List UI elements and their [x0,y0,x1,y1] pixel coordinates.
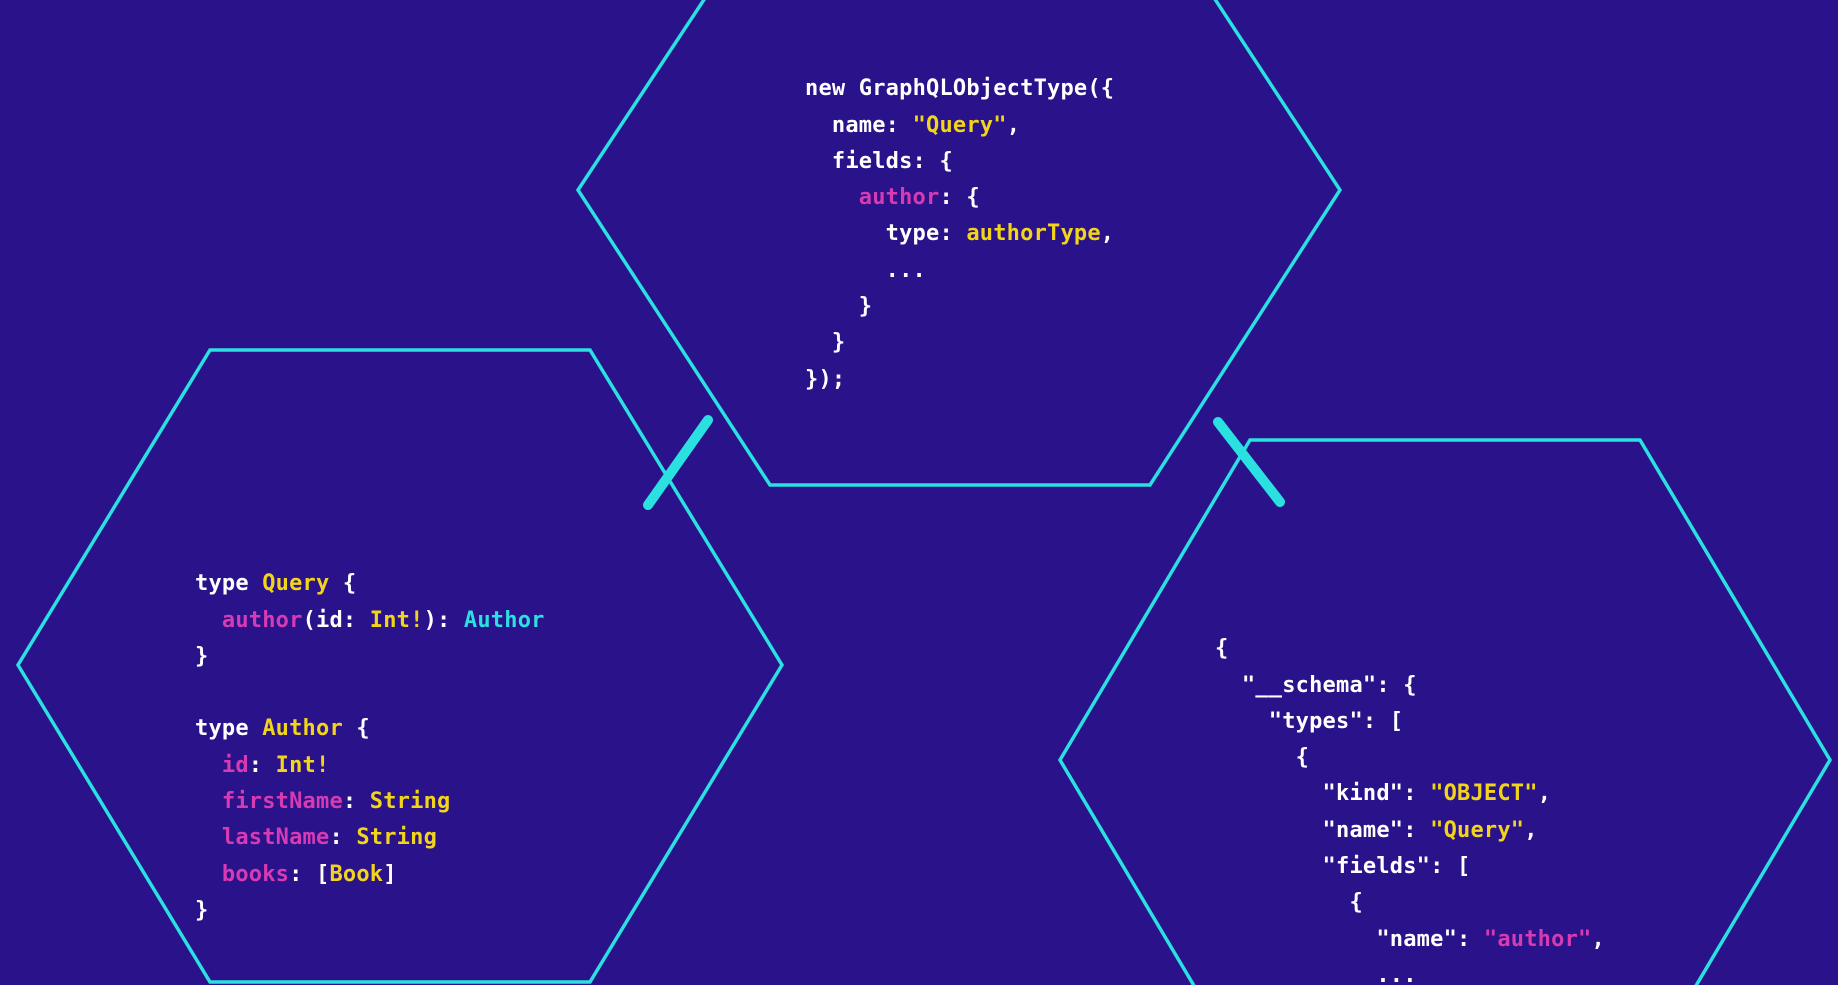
code-token: "kind": [1215,781,1430,806]
code-token: , [1538,781,1551,806]
code-token: } [195,898,208,923]
code-token: Query [249,571,330,596]
code-token: { [1215,636,1228,661]
code-token: } [805,294,872,319]
code-token: ... [805,258,926,283]
code-token: "OBJECT" [1430,781,1538,806]
code-token: new [805,76,845,101]
code-token: { [343,716,370,741]
code-block-top: new GraphQLObjectType({ name: "Query", f… [805,35,1114,398]
code-token: Author [464,608,545,633]
code-token: "types": [ [1215,709,1403,734]
code-token: Author [249,716,343,741]
code-token: books [195,862,289,887]
code-token: name: [805,113,913,138]
code-token: "__schema": { [1215,673,1417,698]
code-token: : [ [289,862,329,887]
code-token: } [195,644,208,669]
code-token: { [1215,745,1309,770]
diagram-stage: new GraphQLObjectType({ name: "Query", f… [0,0,1838,985]
code-token: "author" [1484,927,1592,952]
code-token: : [329,825,356,850]
code-token: : [343,789,370,814]
code-token: "name": [1215,927,1484,952]
code-token: firstName [195,789,343,814]
code-token: type [195,716,249,741]
code-token: Int! [276,753,330,778]
code-token: , [1524,818,1537,843]
connector-top-left [648,420,708,505]
code-block-left: type Query { author(id: Int!): Author } … [195,530,545,929]
code-token: GraphQLObjectType({ [845,76,1114,101]
code-token: authorType [966,221,1100,246]
code-token: "Query" [1430,818,1524,843]
code-token: type [195,571,249,596]
code-token: "fields": [ [1215,854,1470,879]
code-token: id [195,753,249,778]
code-token: , [1101,221,1114,246]
code-token: fields: { [805,149,953,174]
connector-top-right [1218,422,1280,502]
code-token: , [1007,113,1020,138]
code-token: author [805,185,939,210]
code-token: Int! [370,608,424,633]
code-token: , [1591,927,1604,952]
code-token: String [356,825,437,850]
code-token: Book [329,862,383,887]
code-token: "name": [1215,818,1430,843]
code-token: : { [939,185,979,210]
code-token: { [329,571,356,596]
code-token: "Query" [913,113,1007,138]
code-token: (id: [303,608,370,633]
code-token: type: [805,221,966,246]
code-token: { [1215,890,1363,915]
code-token: lastName [195,825,329,850]
code-token: ): [424,608,464,633]
code-token: ... [1215,963,1417,985]
code-token: author [195,608,303,633]
code-token: }); [805,367,845,392]
code-token: : [249,753,276,778]
code-block-right: { "__schema": { "types": [ { "kind": "OB… [1215,595,1605,985]
code-token: String [370,789,451,814]
code-token: ] [383,862,396,887]
code-token: } [805,330,845,355]
